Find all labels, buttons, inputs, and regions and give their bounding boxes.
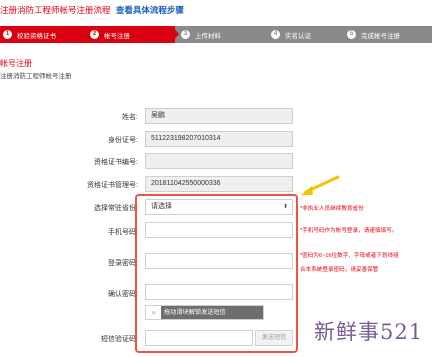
password-note-line1: *密码为6~16位数字、字母或者下划线组 [300, 253, 399, 259]
phone-note: *手机号码作为帐号登录，请谨慎填写。 [300, 228, 398, 234]
step-verify-certificate: 1 校验资格证书 [0, 26, 80, 43]
step-number: 5 [347, 30, 356, 39]
id-number-label: 身份证号: [108, 137, 138, 144]
section-subtitle: 注册消防工程师帐号注册 [0, 73, 72, 80]
password-note-line2: 合本系统登录密码，请妥善保管 [300, 267, 379, 273]
section-title: 帐号注册 [0, 59, 32, 68]
yellow-arrow-icon [301, 175, 340, 195]
province-label: 选择常驻省份: [94, 205, 138, 212]
step-number: 4 [271, 30, 280, 39]
page-header: 注册消防工程师帐号注册流程 查看具体流程步骤 [0, 4, 184, 16]
id-number-field: 511223198207010314 [145, 131, 293, 147]
step-separator [80, 26, 87, 42]
step-complete: 5 完成帐号注册 [347, 26, 432, 43]
step-number: 2 [90, 30, 99, 39]
certificate-mgmt-number-label: 资格证书管理号: [87, 182, 138, 189]
password-label: 登录密码: [108, 260, 138, 267]
step-separator [172, 26, 179, 42]
step-upload-materials: 3 上传材料 [181, 26, 261, 43]
step-label: 上传材料 [195, 32, 221, 40]
highlight-box [135, 194, 298, 353]
name-field: 吴鹏 [145, 108, 293, 124]
process-steps-link[interactable]: 查看具体流程步骤 [116, 5, 184, 15]
step-real-name-auth: 4 实名认证 [271, 26, 351, 43]
header-title: 注册消防工程师帐号注册流程 [0, 5, 111, 15]
step-number: 1 [3, 30, 12, 39]
step-number: 3 [181, 30, 190, 39]
certificate-number-field [145, 153, 293, 169]
phone-label: 手机号码: [108, 229, 138, 236]
step-label: 校验资格证书 [17, 32, 56, 40]
province-note: *非执业人员继续教育省份 [300, 206, 364, 212]
step-label: 完成帐号注册 [361, 32, 400, 40]
sms-code-label: 短信验证码: [101, 336, 138, 343]
step-account-register: 2 帐号注册 [80, 26, 175, 43]
step-label: 实名认证 [285, 32, 311, 40]
confirm-password-label: 确认密码: [108, 291, 138, 298]
progress-steps: 1 校验资格证书 2 帐号注册 3 上传材料 4 实名认证 5 完成帐号注册 [0, 26, 432, 43]
certificate-mgmt-number-field: 201811042550000336 [145, 176, 293, 192]
name-label: 姓名: [122, 114, 138, 121]
certificate-number-label: 资格证书编号: [94, 159, 138, 166]
step-label: 帐号注册 [104, 32, 130, 40]
watermark: 新鲜事521 [314, 320, 424, 344]
